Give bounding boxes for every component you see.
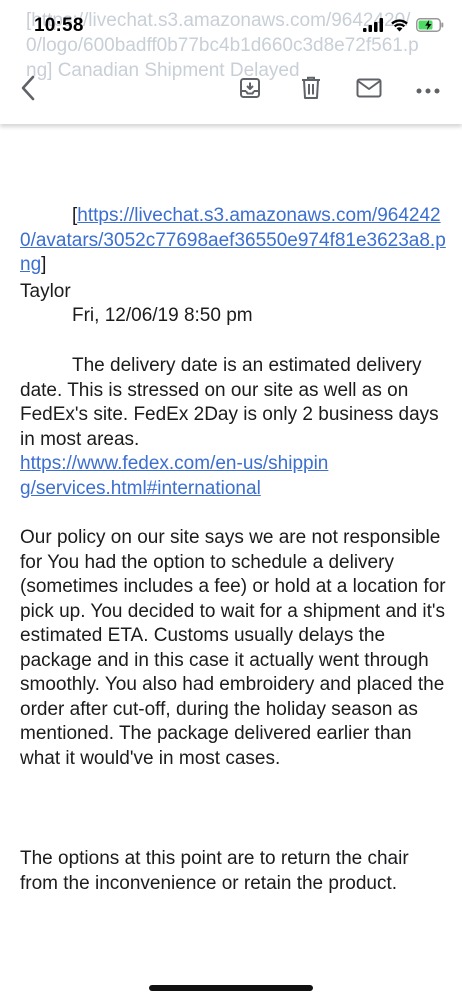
message-paragraph-3: The options at this point are to return … bbox=[20, 848, 409, 894]
archive-button[interactable] bbox=[234, 74, 266, 106]
message-paragraph-2: Our policy on our site says we are not r… bbox=[20, 527, 446, 769]
message-author: Taylor bbox=[20, 281, 71, 302]
cellular-signal-icon bbox=[363, 18, 383, 37]
more-options-button[interactable] bbox=[412, 74, 444, 106]
status-icons bbox=[363, 18, 444, 37]
paragraph-1-text: The delivery date is an estimated delive… bbox=[20, 355, 439, 450]
trash-icon bbox=[300, 76, 322, 105]
status-time: 10:58 bbox=[34, 15, 84, 36]
archive-icon bbox=[238, 76, 262, 105]
battery-charging-icon bbox=[416, 18, 444, 37]
avatar-image-link[interactable]: https://livechat.s3.amazonaws.com/964242… bbox=[20, 205, 446, 275]
status-bar: 10:58 bbox=[0, 0, 462, 56]
email-toolbar bbox=[0, 70, 462, 110]
more-icon bbox=[416, 81, 440, 99]
avatar-link-line: [https://livechat.s3.amazonaws.com/96424… bbox=[20, 204, 446, 278]
mail-icon bbox=[356, 78, 382, 103]
fedex-link-line: https://www.fedex.com/en-us/shipping/ser… bbox=[20, 452, 330, 501]
back-chevron-icon bbox=[19, 74, 37, 107]
message-paragraph-1: The delivery date is an estimated delive… bbox=[20, 354, 446, 452]
home-indicator[interactable] bbox=[149, 985, 313, 991]
wifi-icon bbox=[390, 18, 409, 37]
fedex-services-link[interactable]: https://www.fedex.com/en-us/shipping/ser… bbox=[20, 453, 328, 499]
message-date: Fri, 12/06/19 8:50 pm bbox=[72, 305, 253, 326]
close-bracket: ] bbox=[41, 254, 47, 275]
mark-unread-button[interactable] bbox=[352, 74, 386, 106]
back-button[interactable] bbox=[12, 74, 44, 106]
delete-button[interactable] bbox=[295, 74, 327, 106]
